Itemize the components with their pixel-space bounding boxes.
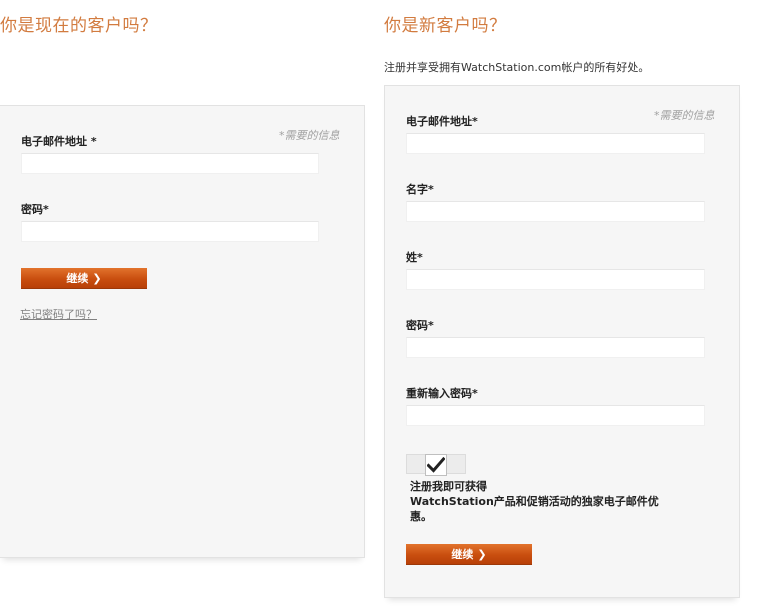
returning-customer-heading: 你是现在的客户吗？ [0, 16, 158, 36]
newsletter-line-2: WatchStation产品和促销活动的独家电子邮件优惠。 [410, 495, 659, 523]
email-label: 电子邮件地址* [406, 115, 478, 128]
required-info-note: *需要的信息 [654, 109, 715, 122]
register-continue-button[interactable]: 继续 ❯ [406, 544, 532, 565]
newsletter-checkbox-track [406, 454, 466, 476]
continue-button[interactable]: 继续 ❯ [21, 268, 147, 289]
password-field[interactable] [21, 221, 319, 242]
new-customer-subtitle: 注册并享受拥有WatchStation.com帐户的所有好处。 [384, 61, 650, 74]
email-field[interactable] [406, 133, 705, 154]
confirm-password-field[interactable] [406, 405, 705, 426]
last-name-field[interactable] [406, 269, 705, 290]
newsletter-checkbox[interactable] [425, 454, 447, 476]
confirm-password-label: 重新输入密码* [406, 387, 478, 400]
forgot-password-link[interactable]: 忘记密码了吗？ [20, 306, 97, 322]
chevron-right-icon: ❯ [477, 548, 487, 561]
continue-button-label: 继续 [66, 272, 89, 285]
newsletter-line-1: 注册我即可获得 [410, 480, 487, 493]
password-label: 密码* [21, 203, 49, 216]
password-field[interactable] [406, 337, 705, 358]
last-name-label: 姓* [406, 251, 423, 264]
new-customer-panel: *需要的信息 电子邮件地址* 名字* 姓* 密码* 重新输入密码* 注册我即可获… [384, 85, 740, 598]
newsletter-optin-text: 注册我即可获得 WatchStation产品和促销活动的独家电子邮件优惠。 [410, 479, 676, 524]
continue-button-label: 继续 [451, 548, 474, 561]
first-name-field[interactable] [406, 201, 705, 222]
required-info-note: *需要的信息 [279, 129, 340, 142]
email-label: 电子邮件地址 * [21, 135, 97, 148]
password-label: 密码* [406, 319, 434, 332]
new-customer-heading: 你是新客户吗？ [384, 16, 507, 36]
checkmark-icon [427, 457, 445, 473]
chevron-right-icon: ❯ [92, 272, 102, 285]
returning-customer-panel: *需要的信息 电子邮件地址 * 密码* 继续 ❯ 忘记密码了吗？ [0, 105, 365, 558]
email-field[interactable] [21, 153, 319, 174]
first-name-label: 名字* [406, 183, 434, 196]
